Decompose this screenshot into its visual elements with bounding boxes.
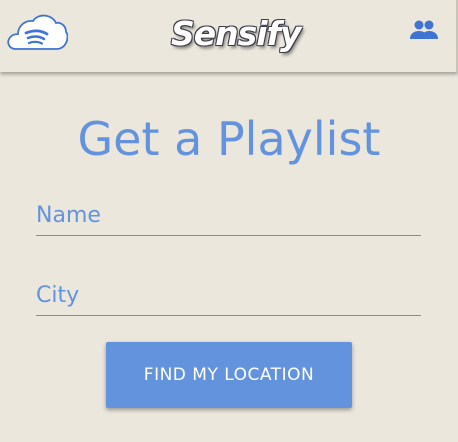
cloud-logo-icon[interactable] — [6, 12, 69, 52]
city-input[interactable] — [36, 275, 421, 316]
people-icon[interactable] — [408, 18, 440, 42]
app-bar: Sensify — [0, 0, 458, 72]
name-input[interactable] — [36, 195, 421, 236]
brand-title: Sensify — [171, 14, 301, 53]
page-title: Get a Playlist — [77, 112, 381, 166]
find-my-location-button[interactable]: FIND MY LOCATION — [106, 342, 352, 408]
